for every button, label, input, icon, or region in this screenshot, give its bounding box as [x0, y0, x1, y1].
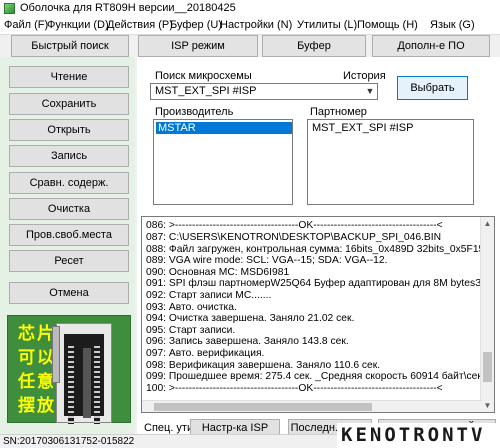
chevron-down-icon[interactable]: ▼ [363, 84, 377, 99]
open-button[interactable]: Открыть [9, 119, 129, 141]
scroll-thumb[interactable] [154, 403, 372, 411]
menu-file[interactable]: Файл (F) [4, 19, 48, 31]
log-line: 100: >----------------------------------… [146, 383, 443, 394]
blank-check-button[interactable]: Пров.своб.места [9, 224, 129, 246]
manufacturer-item[interactable]: MSTAR [156, 122, 292, 134]
log-line: 097: Авто. верификация. [146, 348, 265, 359]
log-line: 098: Верификация завершена. Заняло 110.6… [146, 360, 381, 371]
menu-help[interactable]: Помощь (H) [357, 19, 418, 31]
log-line: 089: VGA wire mode: SCL: VGA--15; SDA: V… [146, 255, 388, 266]
isp-mode-button[interactable]: ISP режим [138, 35, 258, 57]
log-vertical-scrollbar[interactable]: ▲ ▼ [480, 217, 494, 412]
log-line: 090: Основная МС: MSD6I981 [146, 267, 290, 278]
quick-search-button[interactable]: Быстрый поиск [11, 35, 129, 57]
log-line: 095: Старт записи. [146, 325, 236, 336]
log-line: 099: Прошедшее время: 275.4 сек. _Средня… [146, 371, 485, 382]
log-output[interactable]: 086: >----------------------------------… [141, 216, 495, 413]
compare-button[interactable]: Сравн. содерж. [9, 172, 129, 194]
erase-button[interactable]: Очистка [9, 198, 129, 220]
read-button[interactable]: Чтение [9, 66, 129, 88]
chip-hint-line-1: 芯片 [18, 324, 56, 344]
log-line: 086: >----------------------------------… [146, 220, 443, 231]
log-line: 092: Старт записи МС....... [146, 290, 272, 301]
title-bar: Оболочка для RT809H версии__20180425 [0, 0, 500, 17]
chip-search-combobox[interactable]: MST_EXT_SPI #ISP ▼ [150, 83, 378, 100]
chip-hint-line-2: 可以 [18, 348, 56, 368]
menu-buffer[interactable]: Буфер (U) [170, 19, 222, 31]
zif-socket-icon [52, 323, 112, 424]
select-button[interactable]: Выбрать [397, 76, 468, 100]
menu-actions[interactable]: Действия (P) [107, 19, 173, 31]
scroll-up-icon[interactable]: ▲ [481, 217, 494, 230]
log-line: 096: Запись завершена. Заняло 143.8 сек. [146, 336, 349, 347]
log-line: 091: SPI флэш партномерW25Q64 Буфер адап… [146, 278, 494, 289]
partnumber-label: Партномер [310, 106, 367, 118]
partnumber-list[interactable]: MST_EXT_SPI #ISP [307, 119, 474, 205]
scroll-thumb[interactable] [483, 352, 492, 382]
window-title: Оболочка для RT809H версии__20180425 [20, 2, 236, 14]
chip-socket-image: 芯片 可以 任意 摆放 [7, 315, 131, 424]
manufacturer-label: Производитель [155, 106, 234, 118]
scroll-down-icon[interactable]: ▼ [481, 399, 494, 412]
menu-functions[interactable]: Функции (D) [47, 19, 109, 31]
app-icon [4, 3, 15, 14]
extra-software-button[interactable]: Дополн-е ПО [372, 35, 490, 57]
partnumber-item[interactable]: MST_EXT_SPI #ISP [310, 122, 473, 134]
chip-search-value: MST_EXT_SPI #ISP [155, 85, 257, 97]
watermark: KENOTRONTV [337, 423, 500, 448]
reset-button[interactable]: Ресет [9, 250, 129, 272]
menu-language[interactable]: Язык (G) [430, 19, 475, 31]
menu-bar: Файл (F) Функции (D) Действия (P) Буфер … [0, 17, 500, 35]
log-line: 088: Файл загружен, контрольная сумма: 1… [146, 244, 495, 255]
serial-number: SN:20170306131752-015822 [3, 436, 135, 447]
chip-search-label: Поиск микросхемы [155, 70, 252, 82]
cancel-button[interactable]: Отмена [9, 282, 129, 304]
history-label: История [343, 70, 386, 82]
menu-settings[interactable]: Настройки (N) [220, 19, 292, 31]
log-line: 087: C:\USERS\KENOTRON\DESKTOP\BACKUP_SP… [146, 232, 442, 243]
buffer-button[interactable]: Буфер [262, 35, 366, 57]
watermark-text: KENOTRONTV [341, 424, 486, 446]
log-line: 093: Авто. очистка. [146, 302, 237, 313]
log-horizontal-scrollbar[interactable] [142, 400, 482, 412]
write-button[interactable]: Запись [9, 145, 129, 167]
menu-utilities[interactable]: Утилиты (L) [297, 19, 357, 31]
save-button[interactable]: Сохранить [9, 93, 129, 115]
chip-hint-line-3: 任意 [18, 372, 56, 392]
manufacturer-list[interactable]: MSTAR [153, 119, 293, 205]
log-line: 094: Очистка завершена. Заняло 21.02 сек… [146, 313, 355, 324]
chip-hint-line-4: 摆放 [18, 396, 56, 416]
